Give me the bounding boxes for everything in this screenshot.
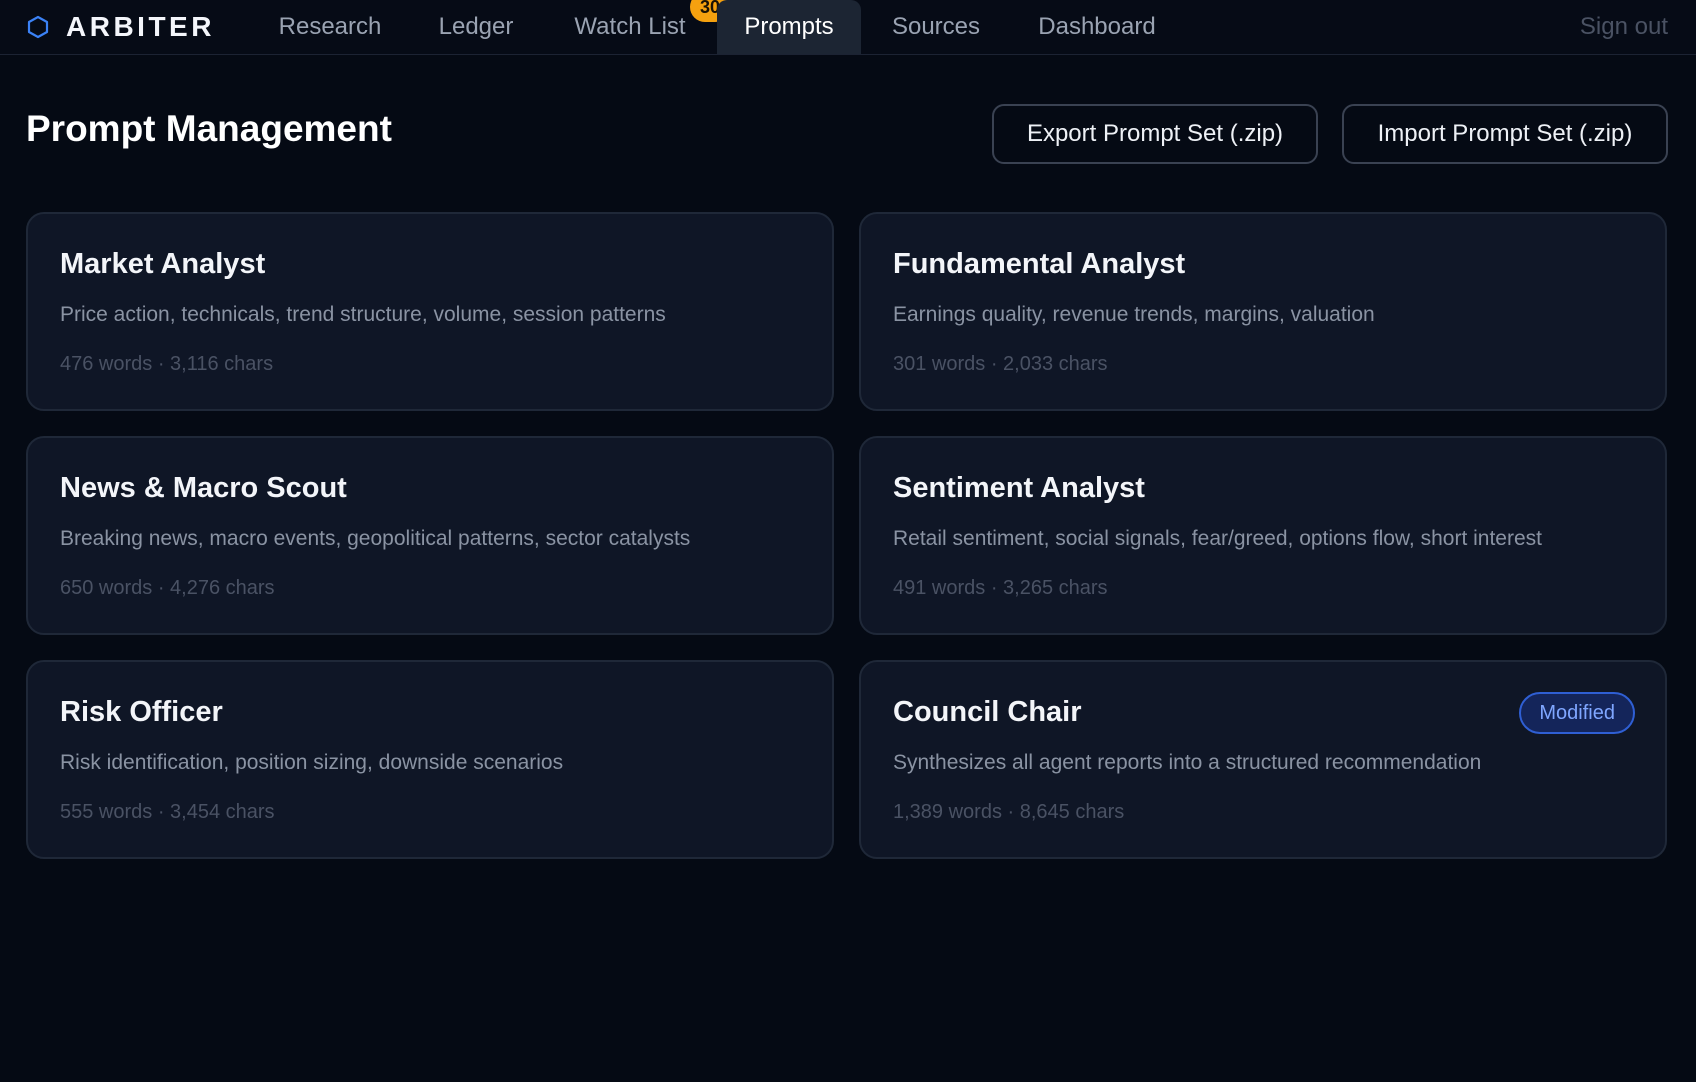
prompt-card-risk-officer[interactable]: Risk Officer Risk identification, positi…	[26, 660, 834, 859]
tab-label: Sources	[891, 13, 981, 40]
tab-label: Watch List	[574, 13, 686, 40]
tab-prompts[interactable]: Prompts	[717, 0, 861, 54]
hexagon-icon	[27, 15, 49, 39]
prompt-card-council-chair[interactable]: Council Chair Modified Synthesizes all a…	[859, 660, 1667, 859]
tab-research[interactable]: Research	[266, 0, 394, 54]
card-stats: 301 words · 2,033 chars	[893, 353, 1108, 375]
tab-dashboard[interactable]: Dashboard	[1028, 0, 1166, 54]
card-stats: 491 words · 3,265 chars	[893, 577, 1108, 599]
modified-badge: Modified	[1519, 692, 1635, 734]
card-description: Price action, technicals, trend structur…	[60, 303, 666, 326]
card-description: Retail sentiment, social signals, fear/g…	[893, 527, 1542, 550]
brand[interactable]: ARBITER	[26, 0, 215, 54]
prompt-card-market-analyst[interactable]: Market Analyst Price action, technicals,…	[26, 212, 834, 411]
card-description: Earnings quality, revenue trends, margin…	[893, 303, 1375, 326]
prompt-card-sentiment-analyst[interactable]: Sentiment Analyst Retail sentiment, soci…	[859, 436, 1667, 635]
sign-out-link[interactable]: Sign out	[1580, 0, 1668, 54]
tab-label: Research	[278, 13, 382, 40]
tab-sources[interactable]: Sources	[880, 0, 992, 54]
card-title: Risk Officer	[60, 696, 223, 728]
card-stats: 555 words · 3,454 chars	[60, 801, 275, 823]
card-title: News & Macro Scout	[60, 472, 347, 504]
card-description: Synthesizes all agent reports into a str…	[893, 751, 1482, 774]
card-stats: 476 words · 3,116 chars	[60, 353, 274, 375]
tab-ledger[interactable]: Ledger	[428, 0, 524, 54]
card-title: Market Analyst	[60, 248, 266, 280]
card-title: Council Chair	[893, 696, 1082, 728]
tab-watch-list[interactable]: Watch List 30	[560, 0, 730, 54]
card-title: Sentiment Analyst	[893, 472, 1145, 504]
card-stats: 650 words · 4,276 chars	[60, 577, 275, 599]
brand-name: ARBITER	[66, 11, 215, 42]
card-stats: 1,389 words · 8,645 chars	[893, 801, 1125, 823]
card-description: Risk identification, position sizing, do…	[60, 751, 564, 774]
prompt-card-fundamental-analyst[interactable]: Fundamental Analyst Earnings quality, re…	[859, 212, 1667, 411]
export-prompt-set-button[interactable]: Export Prompt Set (.zip)	[992, 104, 1318, 164]
card-description: Breaking news, macro events, geopolitica…	[60, 527, 691, 550]
page-title: Prompt Management	[26, 108, 392, 149]
tab-label: Prompts	[744, 13, 834, 40]
import-prompt-set-button[interactable]: Import Prompt Set (.zip)	[1342, 104, 1668, 164]
card-title: Fundamental Analyst	[893, 248, 1186, 280]
top-nav: ARBITER Research Ledger Watch List 30 Pr…	[0, 0, 1696, 55]
tab-label: Ledger	[438, 13, 514, 40]
tab-label: Dashboard	[1038, 13, 1156, 40]
prompt-card-news-macro-scout[interactable]: News & Macro Scout Breaking news, macro …	[26, 436, 834, 635]
